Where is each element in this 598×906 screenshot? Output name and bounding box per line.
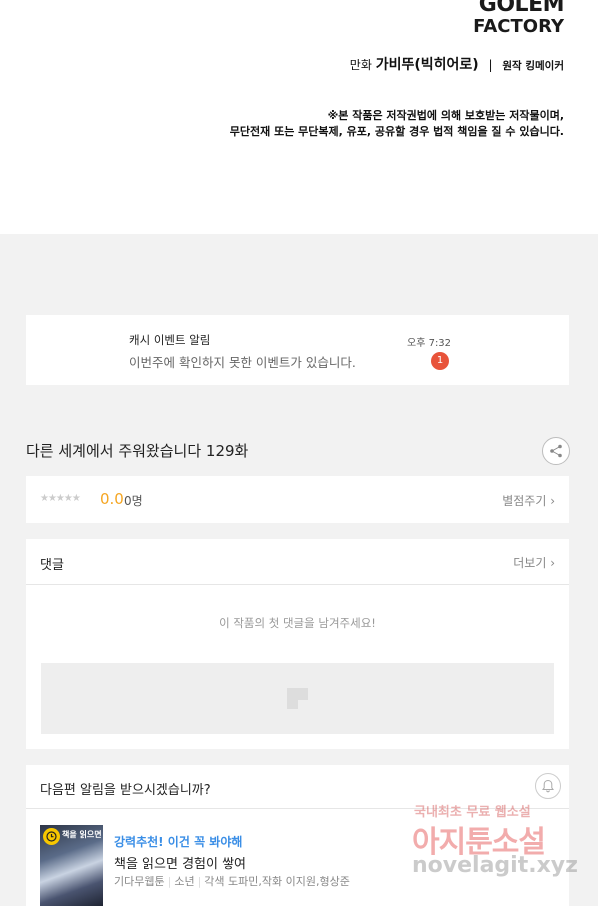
comments-label: 댓글 (40, 558, 64, 573)
logo-line2: FACTORY (473, 16, 564, 37)
publisher-logo: GOLEM FACTORY (473, 0, 564, 36)
wait-free-clock-icon (43, 828, 60, 845)
notification-time: 오후 7:32 (407, 338, 452, 349)
credits-artist: 가비뚜(빅히어로) (375, 57, 479, 73)
cash-event-notification[interactable]: 캐시 이벤트 알림 이번주에 확인하지 못한 이벤트가 있습니다. 오후 7:3… (26, 315, 569, 385)
recommend-tag: 강력추천! 이건 꼭 봐야해 (114, 835, 243, 849)
credits-original: 원작 킹메이커 (502, 60, 564, 72)
rating-card: ★★★★★ 0.0 0명 별점주기 › (26, 476, 569, 523)
episode-title: 다른 세계에서 주워왔습니다 129화 (26, 442, 249, 460)
recommend-title[interactable]: 책을 읽으면 경험이 쌓여 (114, 853, 246, 872)
credits-separator: | (488, 58, 493, 72)
next-episode-card: 다음편 알림을 받으시겠습니까? 책을 읽으면 강력추천! 이건 꼭 봐야해 책… (26, 765, 569, 906)
recommend-genre: 소년 (174, 875, 195, 888)
image-placeholder-icon (287, 688, 308, 709)
recommend-meta: 기다무웹툰 | 소년 | 각색 도파민,작화 이지원,형상준 (114, 873, 350, 889)
copyright-notice: ※본 작품은 저작권법에 의해 보호받는 저작물이며, 무단전재 또는 무단복제… (230, 108, 564, 140)
notification-title: 캐시 이벤트 알림 (129, 333, 211, 347)
recommend-thumbnail[interactable]: 책을 읽으면 (40, 825, 103, 906)
comments-empty-text: 이 작품의 첫 댓글을 남겨주세요! (219, 616, 376, 630)
notice-line1: ※본 작품은 저작권법에 의해 보호받는 저작물이며, (327, 109, 564, 122)
notification-message: 이번주에 확인하지 못한 이벤트가 있습니다. (129, 355, 356, 370)
rate-button[interactable]: 별점주기 › (502, 492, 555, 509)
viewer-footer-panel: GOLEM FACTORY 만화 가비뚜(빅히어로) | 원작 킹메이커 ※본 … (0, 0, 598, 234)
share-icon (550, 444, 562, 458)
credits-prefix: 만화 (349, 58, 372, 72)
comments-card: 댓글 더보기 › 이 작품의 첫 댓글을 남겨주세요! (26, 539, 569, 749)
credits-line: 만화 가비뚜(빅히어로) | 원작 킹메이커 (350, 54, 564, 74)
notify-toggle-button[interactable] (535, 773, 561, 799)
rating-score: 0.0 (100, 490, 124, 508)
bell-icon (542, 779, 554, 793)
share-button[interactable] (542, 437, 570, 465)
rating-count: 0명 (124, 494, 143, 508)
ad-placeholder[interactable] (41, 663, 554, 734)
recommend-platform: 기다무웹툰 (114, 875, 165, 888)
next-episode-question: 다음편 알림을 받으시겠습니까? (40, 783, 211, 798)
recommend-credits: 각색 도파민,작화 이지원,형상준 (204, 875, 350, 888)
thumbnail-title: 책을 읽으면 (62, 830, 102, 839)
meta-divider: | (167, 875, 172, 888)
notification-badge: 1 (431, 352, 449, 370)
rating-stars-icon: ★★★★★ (40, 493, 81, 504)
notice-line2: 무단전재 또는 무단복제, 유포, 공유할 경우 법적 책임을 질 수 있습니다… (229, 125, 564, 138)
meta-divider: | (197, 875, 202, 888)
comments-header: 댓글 더보기 › (26, 539, 569, 585)
comments-more-button[interactable]: 더보기 › (513, 554, 555, 571)
logo-line1: GOLEM (478, 0, 565, 17)
next-episode-header: 다음편 알림을 받으시겠습니까? (26, 765, 569, 809)
